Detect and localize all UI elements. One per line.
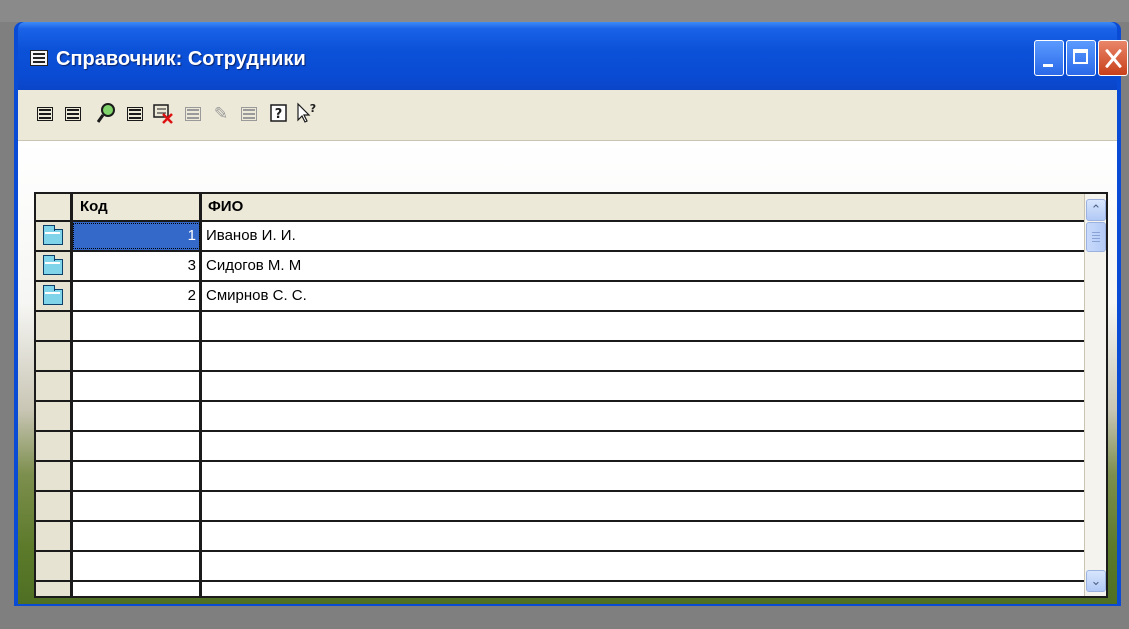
reference-window: Справочник: Сотрудники ✎ ? ? Код ФИО 1 Ив… [14,22,1128,608]
cell-name[interactable] [201,582,1084,596]
column-header-name[interactable]: ФИО [201,194,1084,222]
cell-code[interactable] [72,402,201,430]
document-list-icon [30,50,48,66]
paste-icon[interactable] [238,102,260,126]
minimize-button[interactable] [1034,40,1064,76]
cell-code[interactable] [72,582,201,596]
table-new-icon[interactable] [34,102,56,126]
empty-table-row[interactable] [36,402,1084,432]
toolbar: ✎ ? ? [18,90,1117,141]
cell-name[interactable]: Сидогов М. М [201,252,1084,280]
cell-name[interactable] [201,342,1084,370]
cell-name[interactable] [201,552,1084,580]
folder-icon [43,255,63,275]
cell-code[interactable] [72,372,201,400]
cell-name[interactable] [201,492,1084,520]
row-indicator[interactable] [36,492,72,520]
cell-name[interactable] [201,312,1084,340]
maximize-button[interactable] [1066,40,1096,76]
folder-icon [43,285,63,305]
row-indicator[interactable] [36,432,72,460]
row-add-icon[interactable] [124,102,146,126]
cell-name[interactable] [201,402,1084,430]
desktop-bottom-strip [0,606,1129,629]
row-indicator[interactable] [36,582,72,596]
cell-code[interactable]: 1 [72,222,201,250]
row-indicator[interactable] [36,312,72,340]
cell-code[interactable] [72,492,201,520]
empty-table-row[interactable] [36,372,1084,402]
row-indicator[interactable] [36,372,72,400]
cell-code[interactable]: 2 [72,282,201,310]
svg-text:?: ? [275,107,283,122]
table-row[interactable]: 1 Иванов И. И. [36,222,1084,252]
empty-table-row[interactable] [36,312,1084,342]
row-copy-icon[interactable] [182,102,204,126]
row-indicator[interactable] [36,552,72,580]
row-indicator[interactable] [36,462,72,490]
cell-name[interactable] [201,462,1084,490]
whats-this-icon[interactable]: ? [296,102,318,126]
cell-code[interactable] [72,522,201,550]
move-icon[interactable]: ✎ [210,102,232,126]
cell-name[interactable] [201,522,1084,550]
row-indicator[interactable] [36,282,72,310]
scroll-up-icon[interactable]: ⌃ [1086,199,1106,221]
empty-table-row[interactable] [36,492,1084,522]
cell-code[interactable] [72,552,201,580]
cell-code[interactable] [72,462,201,490]
help-icon[interactable]: ? [268,102,290,126]
column-header-code[interactable]: Код [72,194,201,222]
cell-name[interactable]: Иванов И. И. [201,222,1084,250]
row-indicator[interactable] [36,252,72,280]
close-button[interactable] [1098,40,1128,76]
table-edit-icon[interactable] [62,102,84,126]
empty-table-row[interactable] [36,342,1084,372]
vertical-scrollbar[interactable]: ⌃ ⌄ [1084,194,1106,596]
cell-name[interactable] [201,372,1084,400]
empty-table-row[interactable] [36,582,1084,596]
cell-name[interactable] [201,432,1084,460]
row-delete-icon[interactable] [152,102,174,126]
scroll-thumb[interactable] [1086,222,1106,252]
row-indicator[interactable] [36,222,72,250]
data-grid[interactable]: Код ФИО 1 Иванов И. И. 3 Сидогов М. М 2 Смирн… [34,192,1108,598]
empty-table-row[interactable] [36,522,1084,552]
scroll-down-icon[interactable]: ⌄ [1086,570,1106,592]
svg-text:?: ? [310,102,316,115]
cell-code[interactable] [72,432,201,460]
cell-name[interactable]: Смирнов С. С. [201,282,1084,310]
desktop-top-strip [0,0,1129,22]
row-indicator-header [36,194,72,222]
cell-code[interactable]: 3 [72,252,201,280]
title-bar[interactable]: Справочник: Сотрудники [18,22,1128,90]
empty-table-row[interactable] [36,462,1084,492]
cell-code[interactable] [72,312,201,340]
window-title: Справочник: Сотрудники [56,48,306,70]
row-indicator[interactable] [36,342,72,370]
row-indicator[interactable] [36,402,72,430]
row-indicator[interactable] [36,522,72,550]
empty-table-row[interactable] [36,552,1084,582]
table-row[interactable]: 3 Сидогов М. М [36,252,1084,282]
folder-icon [43,225,63,245]
table-row[interactable]: 2 Смирнов С. С. [36,282,1084,312]
cell-code[interactable] [72,342,201,370]
empty-table-row[interactable] [36,432,1084,462]
search-icon[interactable] [96,102,118,126]
window-client-area: ✎ ? ? Код ФИО 1 Иванов И. И. 3 Сидогов М. М… [18,90,1117,604]
